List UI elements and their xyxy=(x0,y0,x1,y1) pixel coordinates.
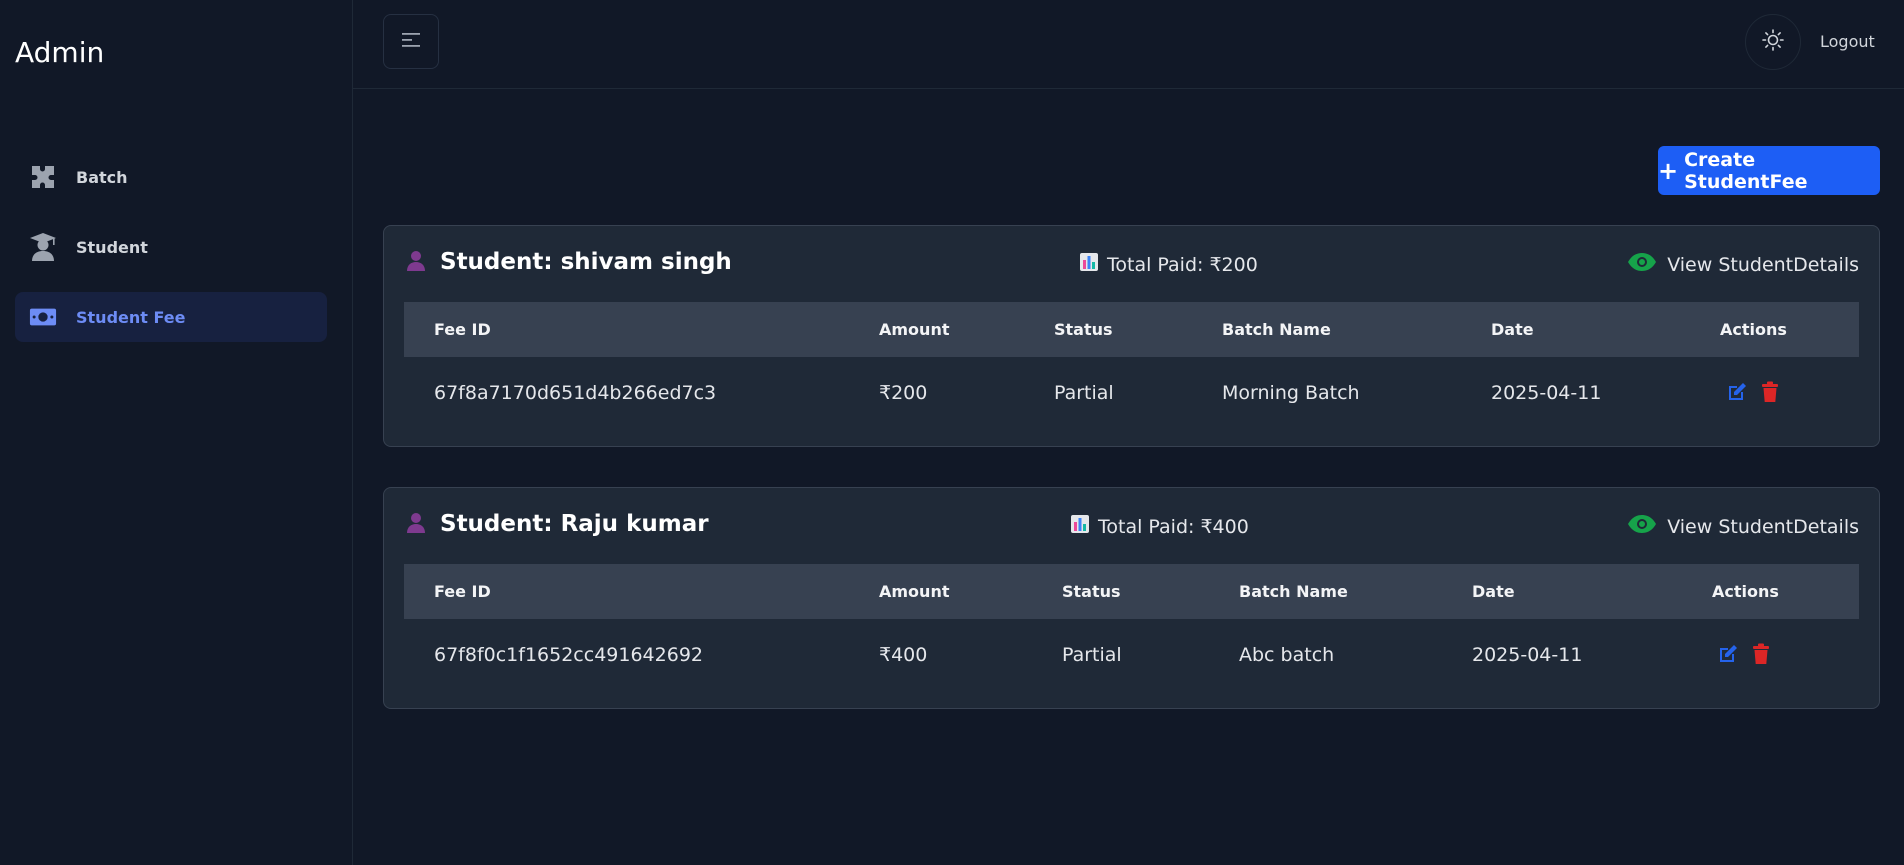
graduate-icon xyxy=(29,233,57,261)
col-amount: Amount xyxy=(879,582,950,601)
delete-icon[interactable] xyxy=(1761,381,1779,403)
col-actions: Actions xyxy=(1712,582,1779,601)
col-amount: Amount xyxy=(879,320,950,339)
date-cell: 2025-04-11 xyxy=(1491,382,1602,404)
batch-cell: Morning Batch xyxy=(1222,382,1360,404)
col-batch-name: Batch Name xyxy=(1222,320,1331,339)
total-paid-text: Total Paid: ₹400 xyxy=(1098,515,1249,538)
view-details-label: View StudentDetails xyxy=(1667,253,1859,276)
student-name: Student: Raju kumar xyxy=(440,511,709,537)
create-student-fee-button[interactable]: + Create StudentFee xyxy=(1658,146,1880,195)
eye-icon xyxy=(1627,252,1657,277)
status-cell: Partial xyxy=(1054,382,1114,404)
puzzle-icon xyxy=(29,163,57,191)
student-name: Student: shivam singh xyxy=(440,249,732,275)
menu-icon xyxy=(401,32,421,52)
table-header: Fee ID Amount Status Batch Name Date Act… xyxy=(404,564,1859,619)
fee-id-cell: 67f8f0c1f1652cc491642692 xyxy=(434,644,703,666)
table-row: 67f8a7170d651d4b266ed7c3 ₹200 Partial Mo… xyxy=(404,357,1859,429)
view-student-details-link[interactable]: View StudentDetails xyxy=(1627,514,1859,539)
student-fee-card: Student: Raju kumar Total Paid: ₹400 Vie… xyxy=(383,487,1880,709)
col-batch-name: Batch Name xyxy=(1239,582,1348,601)
total-paid-text: Total Paid: ₹200 xyxy=(1107,253,1258,276)
card-header: Student: Raju kumar Total Paid: ₹400 Vie… xyxy=(384,488,1879,564)
col-fee-id: Fee ID xyxy=(434,582,491,601)
fee-table: Fee ID Amount Status Batch Name Date Act… xyxy=(404,564,1859,691)
col-date: Date xyxy=(1472,582,1515,601)
sidebar-item-student[interactable]: Student xyxy=(15,222,327,272)
money-icon xyxy=(29,303,57,331)
sidebar-nav: Batch Student Student Fee xyxy=(15,152,327,362)
col-fee-id: Fee ID xyxy=(434,320,491,339)
student-icon xyxy=(404,510,428,538)
student-icon xyxy=(404,248,428,276)
sidebar-item-student-fee[interactable]: Student Fee xyxy=(15,292,327,342)
chart-icon xyxy=(1079,252,1099,277)
row-actions xyxy=(1727,381,1779,403)
card-header: Student: shivam singh Total Paid: ₹200 V… xyxy=(384,226,1879,302)
top-header: Logout xyxy=(353,0,1904,89)
student-fee-card: Student: shivam singh Total Paid: ₹200 V… xyxy=(383,225,1880,447)
create-button-label: Create StudentFee xyxy=(1684,148,1808,193)
amount-cell: ₹400 xyxy=(879,644,928,666)
table-row: 67f8f0c1f1652cc491642692 ₹400 Partial Ab… xyxy=(404,619,1859,691)
sidebar-item-label: Batch xyxy=(76,167,128,187)
date-cell: 2025-04-11 xyxy=(1472,644,1583,666)
brand-title: Admin xyxy=(15,36,105,69)
fee-table: Fee ID Amount Status Batch Name Date Act… xyxy=(404,302,1859,429)
theme-toggle-button[interactable] xyxy=(1745,14,1801,70)
view-student-details-link[interactable]: View StudentDetails xyxy=(1627,252,1859,277)
logout-button[interactable]: Logout xyxy=(1820,32,1875,51)
sidebar: Admin Batch Student Student Fee xyxy=(0,0,353,865)
sidebar-item-batch[interactable]: Batch xyxy=(15,152,327,202)
edit-icon[interactable] xyxy=(1718,644,1738,664)
plus-icon: + xyxy=(1658,156,1679,185)
sidebar-item-label: Student xyxy=(76,237,148,257)
sun-icon xyxy=(1762,29,1784,55)
col-actions: Actions xyxy=(1720,320,1787,339)
col-status: Status xyxy=(1054,320,1113,339)
row-actions xyxy=(1718,643,1770,665)
student-title: Student: shivam singh xyxy=(404,248,732,276)
total-paid: Total Paid: ₹200 xyxy=(1079,252,1258,277)
col-status: Status xyxy=(1062,582,1121,601)
view-details-label: View StudentDetails xyxy=(1667,515,1859,538)
status-cell: Partial xyxy=(1062,644,1122,666)
eye-icon xyxy=(1627,514,1657,539)
delete-icon[interactable] xyxy=(1752,643,1770,665)
menu-toggle-button[interactable] xyxy=(383,14,439,69)
fee-id-cell: 67f8a7170d651d4b266ed7c3 xyxy=(434,382,717,404)
edit-icon[interactable] xyxy=(1727,382,1747,402)
table-header: Fee ID Amount Status Batch Name Date Act… xyxy=(404,302,1859,357)
sidebar-item-label: Student Fee xyxy=(76,307,186,327)
total-paid: Total Paid: ₹400 xyxy=(1070,514,1249,539)
col-date: Date xyxy=(1491,320,1534,339)
chart-icon xyxy=(1070,514,1090,539)
amount-cell: ₹200 xyxy=(879,382,928,404)
batch-cell: Abc batch xyxy=(1239,644,1335,666)
student-title: Student: Raju kumar xyxy=(404,510,709,538)
